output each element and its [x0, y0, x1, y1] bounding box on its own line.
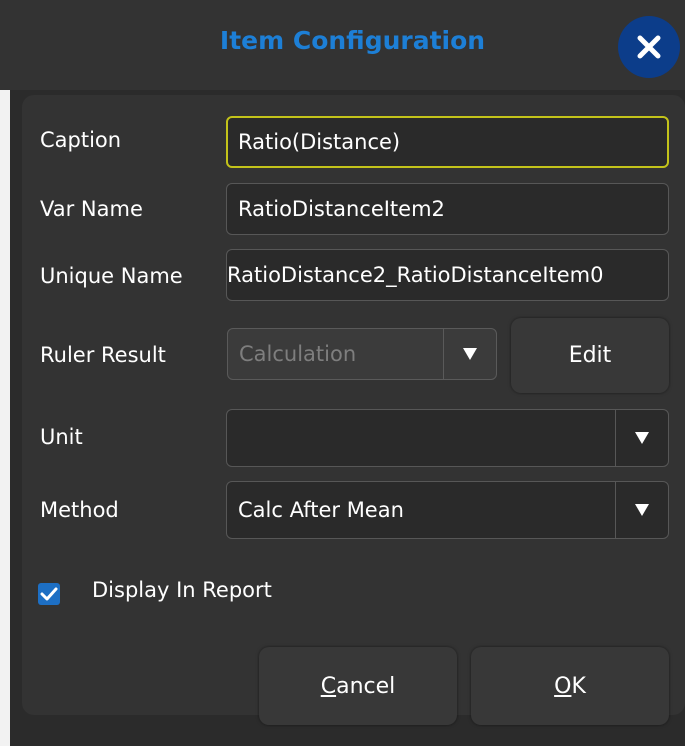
display-in-report-checkbox[interactable] — [38, 583, 60, 605]
ruler-result-label: Ruler Result — [40, 343, 166, 367]
ok-label-rest: K — [571, 673, 586, 699]
close-icon — [637, 35, 661, 59]
triangle-down-icon — [463, 348, 477, 360]
unique-name-input[interactable]: RatioDistance2_RatioDistanceItem0 — [226, 249, 669, 301]
checkmark-icon — [40, 587, 58, 601]
close-button[interactable] — [618, 16, 680, 78]
unit-label: Unit — [40, 425, 83, 449]
ruler-result-dropdown-button[interactable] — [443, 329, 496, 379]
var-name-input[interactable]: RatioDistanceItem2 — [226, 183, 669, 235]
caption-input[interactable]: Ratio(Distance) — [226, 116, 669, 168]
edit-button[interactable]: Edit — [511, 318, 669, 393]
unit-dropdown-button[interactable] — [615, 410, 668, 466]
cancel-label-rest: ancel — [336, 673, 396, 699]
ok-mnemonic: O — [554, 673, 572, 699]
var-name-label: Var Name — [40, 197, 143, 221]
method-select[interactable]: Calc After Mean — [226, 481, 669, 539]
cancel-button[interactable]: Cancel — [259, 647, 457, 725]
triangle-down-icon — [635, 432, 649, 444]
method-label: Method — [40, 498, 119, 522]
unique-name-label: Unique Name — [40, 264, 183, 288]
triangle-down-icon — [635, 504, 649, 516]
item-configuration-dialog: Item Configuration Caption Ratio(Distanc… — [0, 0, 685, 746]
ruler-result-value: Calculation — [239, 342, 357, 366]
ruler-result-select[interactable]: Calculation — [227, 328, 497, 380]
ok-button[interactable]: OK — [471, 647, 669, 725]
dialog-title: Item Configuration — [219, 26, 486, 55]
title-bar: Item Configuration — [0, 0, 685, 90]
method-dropdown-button[interactable] — [615, 482, 668, 538]
display-in-report-label: Display In Report — [92, 578, 272, 602]
unit-select[interactable] — [226, 409, 669, 467]
method-value: Calc After Mean — [238, 498, 404, 522]
caption-label: Caption — [40, 128, 122, 152]
unique-name-value: RatioDistance2_RatioDistanceItem0 — [227, 263, 604, 287]
cancel-mnemonic: C — [320, 673, 337, 699]
